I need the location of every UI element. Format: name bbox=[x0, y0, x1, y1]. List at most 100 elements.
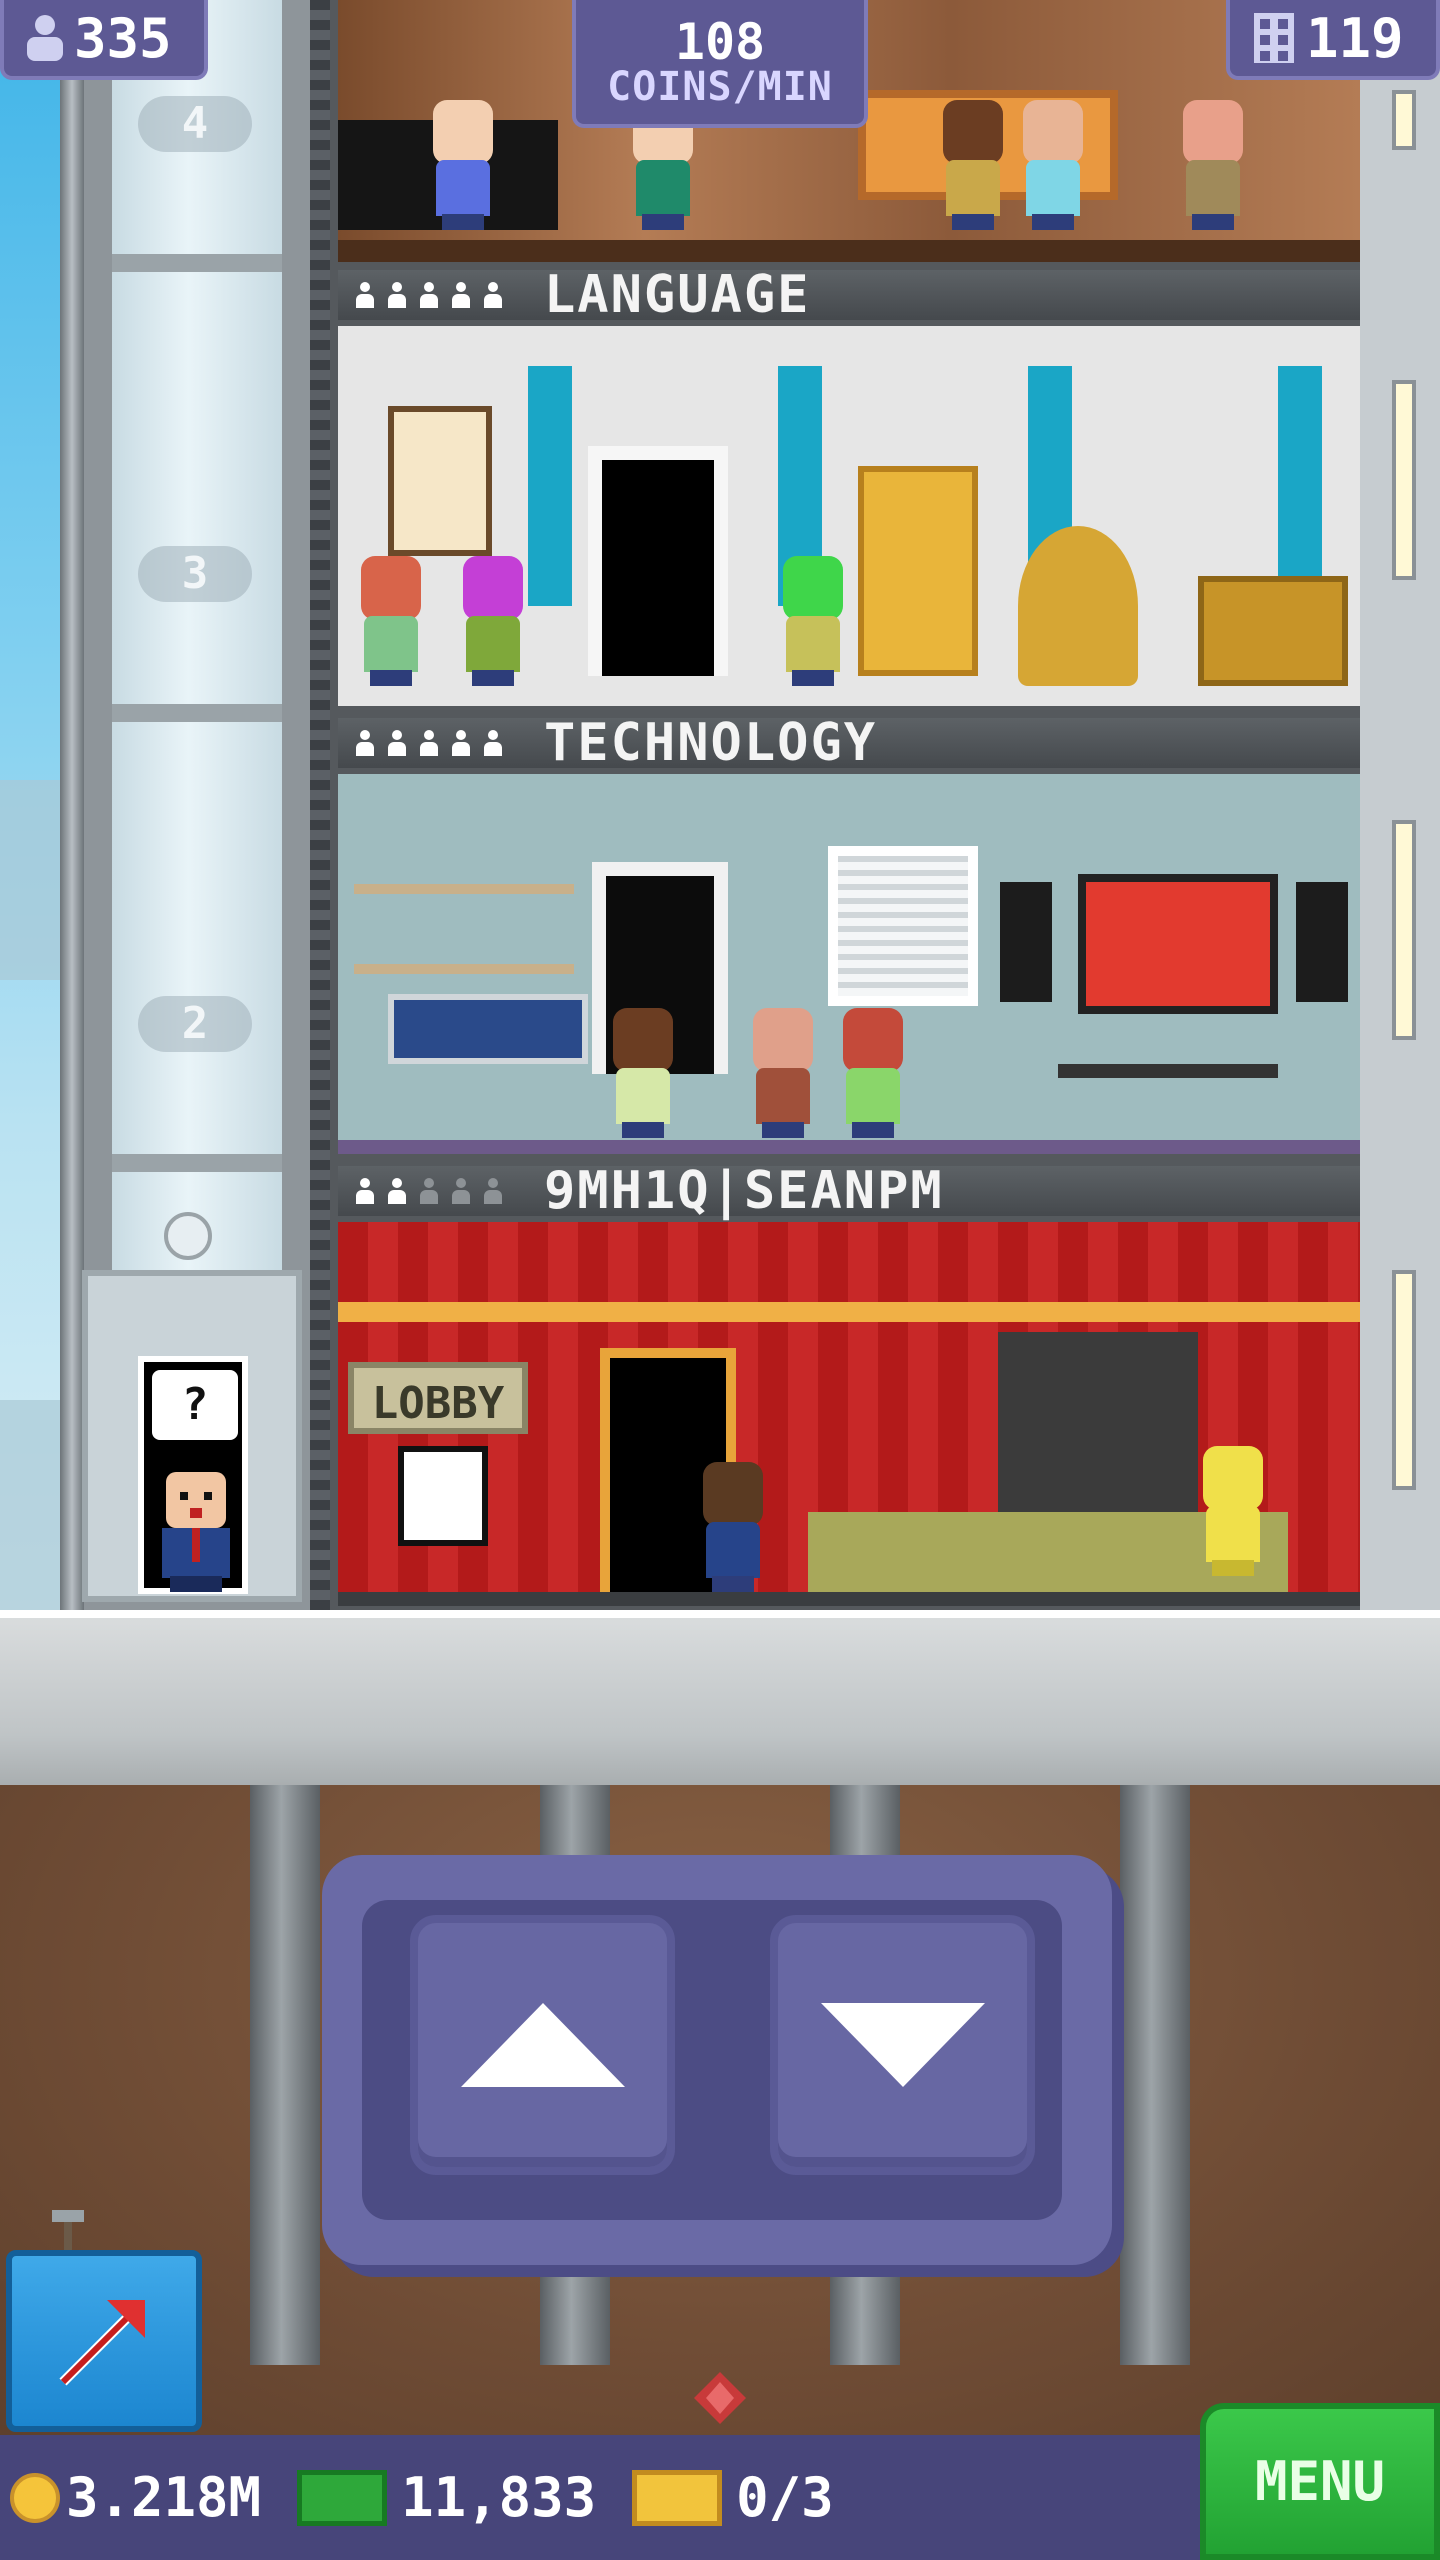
control-inner bbox=[362, 1900, 1062, 2220]
shelf bbox=[354, 884, 574, 894]
shaft-band bbox=[112, 704, 282, 722]
hammer-icon bbox=[52, 2210, 84, 2256]
computer bbox=[388, 994, 588, 1064]
gem-icon[interactable] bbox=[692, 2370, 748, 2426]
coins-per-min-value: 108 bbox=[674, 13, 766, 71]
floor-technology[interactable]: TECHNOLOGY bbox=[338, 713, 1360, 1158]
bitizen[interactable] bbox=[1198, 1446, 1268, 1576]
shaft-glass bbox=[112, 0, 282, 1270]
build-floor-button[interactable] bbox=[6, 2250, 202, 2432]
floor-header: TECHNOLOGY bbox=[338, 713, 1360, 773]
menu-button[interactable]: MENU bbox=[1200, 2403, 1440, 2560]
shelf bbox=[354, 964, 574, 974]
bitizen[interactable] bbox=[748, 1008, 818, 1138]
media-table bbox=[1058, 1064, 1278, 1078]
bitizen[interactable] bbox=[356, 556, 426, 686]
distant-building bbox=[0, 780, 60, 980]
bitizen[interactable] bbox=[1018, 100, 1088, 230]
speaker bbox=[1296, 882, 1348, 1002]
rating-person-icon bbox=[386, 1178, 408, 1204]
elevator-floor-number: 3 bbox=[138, 546, 252, 602]
currency-bar: 3.218M 11,833 0/3 bbox=[0, 2435, 1200, 2560]
population-counter[interactable]: 335 bbox=[0, 0, 208, 80]
chest bbox=[1198, 576, 1348, 686]
support-pillar bbox=[250, 1785, 320, 2365]
rating-person-icon bbox=[450, 730, 472, 756]
rating-person-icon bbox=[354, 1178, 376, 1204]
floor-language[interactable]: LANGUAGE bbox=[338, 265, 1360, 710]
distant-building bbox=[0, 1400, 60, 1610]
elevator-down-button[interactable] bbox=[770, 1915, 1035, 2175]
floor-door bbox=[588, 446, 728, 676]
rating-person-icon bbox=[386, 282, 408, 308]
shaft-band bbox=[112, 1154, 282, 1172]
floor-rating bbox=[354, 282, 504, 308]
floor-name: 9MH1Q|SEANPM bbox=[544, 1161, 944, 1221]
shaft-band bbox=[112, 254, 282, 272]
bitizen[interactable] bbox=[838, 1008, 908, 1138]
elevator-up-button[interactable] bbox=[410, 1915, 675, 2175]
window-light bbox=[1392, 380, 1416, 580]
wall-stripe bbox=[528, 366, 572, 606]
floor-lobby[interactable]: 9MH1Q|SEANPM LOBBY bbox=[338, 1161, 1360, 1600]
rating-person-icon bbox=[482, 282, 504, 308]
wall-stripe bbox=[1278, 366, 1322, 606]
cash-icon bbox=[297, 2469, 388, 2526]
rating-person-icon bbox=[354, 730, 376, 756]
window-light bbox=[1392, 90, 1416, 150]
rating-person-icon bbox=[418, 282, 440, 308]
lobby-sign: LOBBY bbox=[348, 1362, 528, 1434]
bux-value: 0/3 bbox=[736, 2466, 834, 2529]
triangle-up-icon bbox=[460, 2003, 625, 2087]
bitizen[interactable] bbox=[458, 556, 528, 686]
rating-person-icon bbox=[386, 730, 408, 756]
floor-ledge bbox=[338, 240, 1360, 262]
floor-room bbox=[338, 774, 1360, 1154]
street-slab bbox=[0, 1610, 1440, 1785]
floor-header: LANGUAGE bbox=[338, 265, 1360, 325]
bitizen[interactable] bbox=[428, 100, 498, 230]
elevator-floor-number: 2 bbox=[138, 996, 252, 1052]
ticket-icon bbox=[632, 2469, 723, 2526]
rating-person-icon bbox=[354, 282, 376, 308]
bitizen[interactable] bbox=[938, 100, 1008, 230]
floor-rating bbox=[354, 1178, 504, 1204]
person-icon bbox=[27, 15, 63, 61]
support-pillar bbox=[1120, 1785, 1190, 2365]
triangle-down-icon bbox=[820, 2003, 985, 2087]
rating-person-icon bbox=[450, 1178, 472, 1204]
bitizen[interactable] bbox=[1178, 100, 1248, 230]
cash-value: 11,833 bbox=[401, 2466, 597, 2529]
elevator-lamp-icon bbox=[164, 1212, 212, 1260]
elevator-control-pad bbox=[322, 1855, 1112, 2265]
rating-person-icon bbox=[482, 1178, 504, 1204]
elevator-operator bbox=[162, 1472, 230, 1592]
elevator-cable bbox=[310, 0, 332, 1610]
elevator-floor-number: 4 bbox=[138, 96, 252, 152]
coins-value: 3.218M bbox=[66, 2466, 262, 2529]
rating-person-icon bbox=[418, 1178, 440, 1204]
lobby-screen bbox=[398, 1446, 488, 1546]
bitizen[interactable] bbox=[778, 556, 848, 686]
shaft-rail bbox=[60, 0, 84, 1610]
throne bbox=[858, 466, 978, 676]
floor-name: LANGUAGE bbox=[544, 265, 811, 325]
bitizen[interactable] bbox=[698, 1462, 768, 1592]
population-value: 335 bbox=[74, 6, 172, 70]
coins-per-min-display: 108 COINS/MIN bbox=[572, 0, 868, 128]
floor-room bbox=[338, 326, 1360, 706]
elevator-car[interactable]: ? bbox=[82, 1212, 302, 1602]
ground-floor-line bbox=[338, 1592, 1360, 1606]
floor-rating bbox=[354, 730, 504, 756]
window-light bbox=[1392, 820, 1416, 1040]
floor-counter[interactable]: 119 bbox=[1226, 0, 1440, 80]
television bbox=[1078, 874, 1278, 1014]
elevator-door: ? bbox=[138, 1356, 248, 1594]
speaker bbox=[1000, 882, 1052, 1002]
rating-person-icon bbox=[482, 730, 504, 756]
building-icon bbox=[1254, 13, 1294, 63]
window-light bbox=[1392, 1270, 1416, 1490]
hammer-arrow-icon bbox=[59, 2300, 145, 2386]
bitizen[interactable] bbox=[608, 1008, 678, 1138]
floors-value: 119 bbox=[1306, 6, 1404, 70]
